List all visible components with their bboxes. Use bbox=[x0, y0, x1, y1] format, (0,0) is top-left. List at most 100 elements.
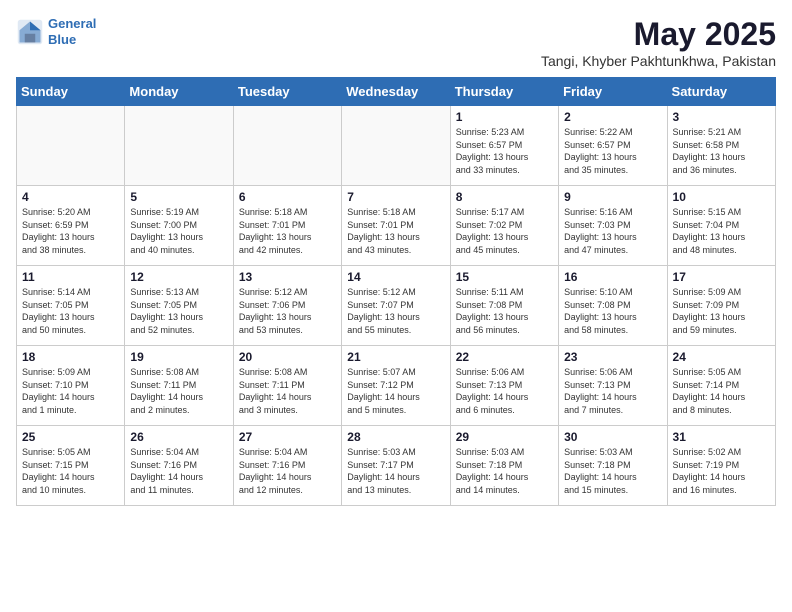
day-number: 12 bbox=[130, 270, 227, 284]
calendar-table: SundayMondayTuesdayWednesdayThursdayFrid… bbox=[16, 77, 776, 506]
day-number: 19 bbox=[130, 350, 227, 364]
calendar-cell: 20Sunrise: 5:08 AM Sunset: 7:11 PM Dayli… bbox=[233, 346, 341, 426]
day-info: Sunrise: 5:10 AM Sunset: 7:08 PM Dayligh… bbox=[564, 286, 661, 336]
day-number: 7 bbox=[347, 190, 444, 204]
calendar-cell: 12 Sunrise: 5:13 AM Sunset: 7:05 PM Dayli… bbox=[125, 266, 233, 346]
weekday-header-friday: Friday bbox=[559, 78, 667, 106]
logo-icon bbox=[16, 18, 44, 46]
day-info: Sunrise: 5:03 AM Sunset: 7:18 PM Dayligh… bbox=[456, 446, 553, 496]
calendar-cell: 23Sunrise: 5:06 AM Sunset: 7:13 PM Dayli… bbox=[559, 346, 667, 426]
calendar-cell: 25 Sunrise: 5:05 AM Sunset: 7:15 PM Dayli… bbox=[17, 426, 125, 506]
day-number: 13 bbox=[239, 270, 336, 284]
calendar-week-row-4: 18 Sunrise: 5:09 AM Sunset: 7:10 PM Dayli… bbox=[17, 346, 776, 426]
day-number: 16 bbox=[564, 270, 661, 284]
calendar-cell: 30Sunrise: 5:03 AM Sunset: 7:18 PM Dayli… bbox=[559, 426, 667, 506]
calendar-cell bbox=[125, 106, 233, 186]
calendar-week-row-3: 11 Sunrise: 5:14 AM Sunset: 7:05 PM Dayli… bbox=[17, 266, 776, 346]
day-number: 11 bbox=[22, 270, 119, 284]
day-info: Sunrise: 5:03 AM Sunset: 7:18 PM Dayligh… bbox=[564, 446, 661, 496]
day-number: 10 bbox=[673, 190, 770, 204]
calendar-cell: 11 Sunrise: 5:14 AM Sunset: 7:05 PM Dayli… bbox=[17, 266, 125, 346]
day-info: Sunrise: 5:04 AM Sunset: 7:16 PM Dayligh… bbox=[130, 446, 227, 496]
day-info: Sunrise: 5:05 AM Sunset: 7:15 PM Dayligh… bbox=[22, 446, 119, 496]
day-info: Sunrise: 5:17 AM Sunset: 7:02 PM Dayligh… bbox=[456, 206, 553, 256]
day-info: Sunrise: 5:08 AM Sunset: 7:11 PM Dayligh… bbox=[130, 366, 227, 416]
page-subtitle: Tangi, Khyber Pakhtunkhwa, Pakistan bbox=[541, 53, 776, 69]
weekday-header-row: SundayMondayTuesdayWednesdayThursdayFrid… bbox=[17, 78, 776, 106]
day-info: Sunrise: 5:06 AM Sunset: 7:13 PM Dayligh… bbox=[456, 366, 553, 416]
weekday-header-thursday: Thursday bbox=[450, 78, 558, 106]
day-info: Sunrise: 5:09 AM Sunset: 7:10 PM Dayligh… bbox=[22, 366, 119, 416]
calendar-cell: 18 Sunrise: 5:09 AM Sunset: 7:10 PM Dayli… bbox=[17, 346, 125, 426]
day-number: 28 bbox=[347, 430, 444, 444]
day-info: Sunrise: 5:16 AM Sunset: 7:03 PM Dayligh… bbox=[564, 206, 661, 256]
header: General Blue May 2025 Tangi, Khyber Pakh… bbox=[16, 16, 776, 69]
calendar-cell: 8 Sunrise: 5:17 AM Sunset: 7:02 PM Daylig… bbox=[450, 186, 558, 266]
calendar-cell: 19 Sunrise: 5:08 AM Sunset: 7:11 PM Dayli… bbox=[125, 346, 233, 426]
calendar-cell: 24 Sunrise: 5:05 AM Sunset: 7:14 PM Dayli… bbox=[667, 346, 775, 426]
day-info: Sunrise: 5:19 AM Sunset: 7:00 PM Dayligh… bbox=[130, 206, 227, 256]
calendar-cell: 13 Sunrise: 5:12 AM Sunset: 7:06 PM Dayli… bbox=[233, 266, 341, 346]
day-info: Sunrise: 5:12 AM Sunset: 7:06 PM Dayligh… bbox=[239, 286, 336, 336]
day-number: 22 bbox=[456, 350, 553, 364]
page-title: May 2025 bbox=[541, 16, 776, 53]
logo-text: General Blue bbox=[48, 16, 96, 47]
day-info: Sunrise: 5:03 AM Sunset: 7:17 PM Dayligh… bbox=[347, 446, 444, 496]
day-number: 20 bbox=[239, 350, 336, 364]
calendar-cell bbox=[342, 106, 450, 186]
day-number: 31 bbox=[673, 430, 770, 444]
calendar-cell: 16 Sunrise: 5:10 AM Sunset: 7:08 PM Dayli… bbox=[559, 266, 667, 346]
calendar-week-row-2: 4Sunrise: 5:20 AM Sunset: 6:59 PM Daylig… bbox=[17, 186, 776, 266]
calendar-cell: 10Sunrise: 5:15 AM Sunset: 7:04 PM Dayli… bbox=[667, 186, 775, 266]
weekday-header-sunday: Sunday bbox=[17, 78, 125, 106]
weekday-header-saturday: Saturday bbox=[667, 78, 775, 106]
calendar-cell: 1Sunrise: 5:23 AM Sunset: 6:57 PM Daylig… bbox=[450, 106, 558, 186]
day-number: 14 bbox=[347, 270, 444, 284]
logo-blue: Blue bbox=[48, 32, 76, 47]
day-number: 29 bbox=[456, 430, 553, 444]
day-number: 6 bbox=[239, 190, 336, 204]
calendar-week-row-5: 25 Sunrise: 5:05 AM Sunset: 7:15 PM Dayli… bbox=[17, 426, 776, 506]
day-info: Sunrise: 5:04 AM Sunset: 7:16 PM Dayligh… bbox=[239, 446, 336, 496]
day-number: 24 bbox=[673, 350, 770, 364]
day-info: Sunrise: 5:09 AM Sunset: 7:09 PM Dayligh… bbox=[673, 286, 770, 336]
day-number: 18 bbox=[22, 350, 119, 364]
logo-general: General bbox=[48, 16, 96, 31]
day-number: 26 bbox=[130, 430, 227, 444]
day-number: 8 bbox=[456, 190, 553, 204]
day-number: 15 bbox=[456, 270, 553, 284]
day-info: Sunrise: 5:05 AM Sunset: 7:14 PM Dayligh… bbox=[673, 366, 770, 416]
calendar-cell: 31 Sunrise: 5:02 AM Sunset: 7:19 PM Dayli… bbox=[667, 426, 775, 506]
day-number: 1 bbox=[456, 110, 553, 124]
day-number: 27 bbox=[239, 430, 336, 444]
day-info: Sunrise: 5:02 AM Sunset: 7:19 PM Dayligh… bbox=[673, 446, 770, 496]
day-info: Sunrise: 5:14 AM Sunset: 7:05 PM Dayligh… bbox=[22, 286, 119, 336]
day-number: 25 bbox=[22, 430, 119, 444]
calendar-cell: 3Sunrise: 5:21 AM Sunset: 6:58 PM Daylig… bbox=[667, 106, 775, 186]
day-number: 17 bbox=[673, 270, 770, 284]
calendar-cell: 5Sunrise: 5:19 AM Sunset: 7:00 PM Daylig… bbox=[125, 186, 233, 266]
calendar-cell bbox=[233, 106, 341, 186]
day-number: 2 bbox=[564, 110, 661, 124]
weekday-header-monday: Monday bbox=[125, 78, 233, 106]
day-info: Sunrise: 5:13 AM Sunset: 7:05 PM Dayligh… bbox=[130, 286, 227, 336]
calendar-cell: 4Sunrise: 5:20 AM Sunset: 6:59 PM Daylig… bbox=[17, 186, 125, 266]
calendar-cell: 6 Sunrise: 5:18 AM Sunset: 7:01 PM Daylig… bbox=[233, 186, 341, 266]
day-info: Sunrise: 5:06 AM Sunset: 7:13 PM Dayligh… bbox=[564, 366, 661, 416]
calendar-cell: 15 Sunrise: 5:11 AM Sunset: 7:08 PM Dayli… bbox=[450, 266, 558, 346]
calendar-week-row-1: 1Sunrise: 5:23 AM Sunset: 6:57 PM Daylig… bbox=[17, 106, 776, 186]
weekday-header-wednesday: Wednesday bbox=[342, 78, 450, 106]
calendar-cell: 29 Sunrise: 5:03 AM Sunset: 7:18 PM Dayli… bbox=[450, 426, 558, 506]
day-info: Sunrise: 5:18 AM Sunset: 7:01 PM Dayligh… bbox=[347, 206, 444, 256]
day-number: 4 bbox=[22, 190, 119, 204]
calendar-cell: 26 Sunrise: 5:04 AM Sunset: 7:16 PM Dayli… bbox=[125, 426, 233, 506]
day-info: Sunrise: 5:18 AM Sunset: 7:01 PM Dayligh… bbox=[239, 206, 336, 256]
title-area: May 2025 Tangi, Khyber Pakhtunkhwa, Paki… bbox=[541, 16, 776, 69]
day-info: Sunrise: 5:11 AM Sunset: 7:08 PM Dayligh… bbox=[456, 286, 553, 336]
day-info: Sunrise: 5:22 AM Sunset: 6:57 PM Dayligh… bbox=[564, 126, 661, 176]
day-info: Sunrise: 5:07 AM Sunset: 7:12 PM Dayligh… bbox=[347, 366, 444, 416]
calendar-cell: 27 Sunrise: 5:04 AM Sunset: 7:16 PM Dayli… bbox=[233, 426, 341, 506]
day-number: 21 bbox=[347, 350, 444, 364]
day-info: Sunrise: 5:12 AM Sunset: 7:07 PM Dayligh… bbox=[347, 286, 444, 336]
logo: General Blue bbox=[16, 16, 96, 47]
